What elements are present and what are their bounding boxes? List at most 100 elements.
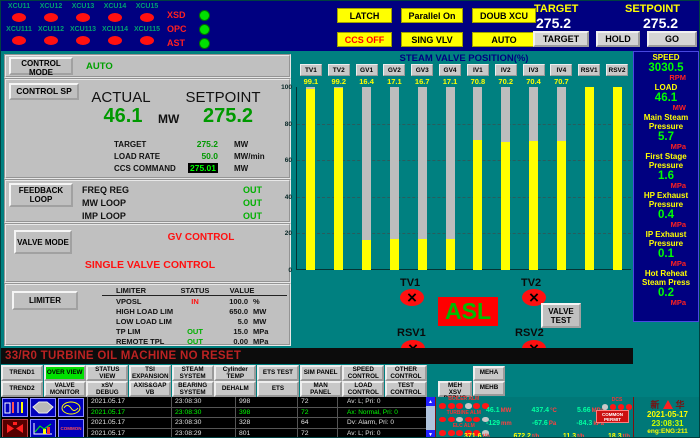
alarm-led-icon [473,417,480,423]
xcu-indicator-xcu14: XCU14 [99,2,131,25]
valve-column-gv3: GV316.7 [408,64,436,270]
xcu-indicator-xcu15: XCU15 [131,2,163,25]
nav-button-man-panel[interactable]: MAN PANEL [300,381,342,397]
control-mode-value: AUTO [86,61,113,72]
valve-button-rsv1[interactable]: RSV1 [578,64,600,76]
alarm-row[interactable]: 2021.05.1723:08:2980172 [88,429,345,438]
xcu-indicator-xcu114: XCU114 [99,25,131,48]
setpoint-row-load-rate: LOAD RATE50.0MW/min [114,150,288,162]
nav-button-xsv-debug[interactable]: xSV DEBUG [86,381,128,397]
valve-value-iv3: 70.4 [526,77,541,86]
control-mode-button[interactable]: CONTROL MODE [9,57,73,75]
xcu-indicator-grid: XCU11XCU12XCU13XCU14XCU15XCU111XCU112XCU… [3,2,163,48]
nav-button-speed-control[interactable]: SPEED CONTROL [342,365,384,381]
setpoint-value: 275.2 [643,15,678,31]
alarm-scrollbar[interactable]: ▲ ▼ [426,397,435,438]
nav-button-over-view[interactable]: OVER VIEW [44,365,86,381]
alarm-led-icon [439,417,446,423]
setpoint-row-ccs-command: CCS COMMAND275.01MW [114,162,288,174]
mode-button-doub-xcu[interactable]: DOUB XCU [472,8,536,23]
mode-button-sing-vlv[interactable]: SING VLV [401,32,463,47]
nav-button-meha[interactable]: MEHA [473,366,505,381]
action-button-hold[interactable]: HOLD [596,31,640,47]
nav-button-cylinder-temp[interactable]: Cylinder TEMP [214,365,256,381]
valve-button-iv3[interactable]: IV3 [523,64,545,76]
setpoint-mw-value: 275.2 [182,105,274,128]
valve-button-iv1[interactable]: IV1 [467,64,489,76]
nav-button-load-control[interactable]: LOAD CONTROL [342,381,384,397]
scroll-down-icon[interactable]: ▼ [426,430,435,438]
valve-button-tv2[interactable]: TV2 [328,64,350,76]
alarm-row[interactable]: 2021.05.1723:08:3099872 [88,397,345,408]
nav-button-other-control[interactable]: OTHER CONTROL [385,365,427,381]
steam-valve-chart: STEAM VALVE POSITION(%) 020406080100 TV1… [273,53,634,275]
nav-button-bearing-system[interactable]: BEARING SYSTEM [172,381,214,397]
nav-button-ets-test[interactable]: ETS TEST [257,365,299,381]
nav-button-trend2[interactable]: TREND2 [1,381,43,397]
nav-button-valve-monitor[interactable]: VALVE MONITOR [44,381,86,397]
actual-label: ACTUAL [66,89,176,106]
valve-mode-button[interactable]: VALVE MODE [14,230,72,254]
nav-button-axis-gap-vb[interactable]: AXIS&GAP VB [129,381,171,397]
nav-button-meh-xsv-debug[interactable]: MEH XSV DEBUG [438,381,472,397]
valve-button-gv4[interactable]: GV4 [439,64,461,76]
alarm-led-panel: BOILER ALMTURBINE ALMELC ALM 46.1MW437.4… [435,397,633,438]
nav-tile-boiler-feed-icon[interactable] [2,398,28,417]
nav-tile-grid: COMMON [1,397,87,438]
tv1-trip-x-icon [400,289,424,306]
action-button-go[interactable]: GO [647,31,697,47]
alarm-row[interactable]: 2021.05.1723:08:3039872 [88,408,345,419]
valve-button-iv2[interactable]: IV2 [495,64,517,76]
valve-bar-gv3 [418,239,427,270]
trip-indicator-xsd: XSD [167,8,210,22]
alarm-group-boiler-alm: BOILER ALM [439,397,489,411]
valve-button-rsv2[interactable]: RSV2 [606,64,628,76]
nav-tile-condenser-icon[interactable] [58,398,84,417]
tv2-trip-label: TV2 [521,277,541,289]
nav-button-mehb[interactable]: MEHB [473,381,505,396]
chart-columns: TV199.1TV299.2GV116.4GV217.1GV316.7GV417… [297,64,631,270]
xcu12-led-icon [44,13,58,22]
xcu14-led-icon [108,13,122,22]
logo-triangle-icon [663,400,673,409]
valve-value-iv2: 70.2 [498,77,513,86]
valve-button-tv1[interactable]: TV1 [300,64,322,76]
alarm-led-icon [456,430,463,436]
readout-ip-exhaust-pressure: IP Exhaust Pressure0.1MPa [634,230,698,268]
valve-test-button[interactable]: VALVE TEST [541,303,581,328]
readout-hot-reheat-steam-press: Hot Reheat Steam Press0.2MPa [634,269,698,307]
limiter-button[interactable]: LIMITER [12,291,78,310]
nav-button-tsi-expansion[interactable]: TSI EXPANSION [129,365,171,381]
mode-button-latch[interactable]: LATCH [337,8,392,23]
nav-tile-valve-icon[interactable] [2,419,28,438]
nav-tile-common-button[interactable]: COMMON [58,419,84,438]
setpoint-row-target: TARGET275.2MW [114,138,288,150]
valve-button-gv3[interactable]: GV3 [411,64,433,76]
valve-button-gv2[interactable]: GV2 [383,64,405,76]
valve-button-gv1[interactable]: GV1 [356,64,378,76]
common-permit-badge: COMMON PERMIT [596,410,629,423]
limiter-row-tp-lim: TP LIMOUT15.0MPa [102,326,287,336]
feedback-loop-button[interactable]: FEEDBACK LOOP [9,183,73,207]
nav-button-trend1[interactable]: TREND1 [1,365,43,381]
nav-button-status-view[interactable]: STATUS VIEW [86,365,128,381]
mode-button-parallel-on[interactable]: Parallel On [401,8,463,23]
nav-button-steam-system[interactable]: STEAM SYSTEM [172,365,214,381]
valve-column-gv4: GV417.1 [436,64,464,270]
nav-tile-trend-icon[interactable] [30,419,56,438]
actual-mw-unit: MW [158,112,179,126]
scroll-up-icon[interactable]: ▲ [426,397,435,406]
mode-button-ccs-off[interactable]: CCS OFF [337,32,392,47]
control-sp-section: CONTROL SP ACTUAL SETPOINT 46.1 MW 275.2… [4,78,291,179]
nav-button-dehalm[interactable]: DEHALM [214,381,256,397]
nav-button-ets[interactable]: ETS [257,381,299,397]
mode-button-auto[interactable]: AUTO [472,32,536,47]
readout-hp-exhaust-pressure: HP Exhaust Pressure0.4MPa [634,191,698,229]
valve-button-iv4[interactable]: IV4 [550,64,572,76]
alarm-row[interactable]: 2021.05.1723:08:3032864 [88,418,345,429]
nav-tile-turbine-icon[interactable] [30,398,56,417]
action-button-target[interactable]: TARGET [533,31,589,47]
nav-button-test-control[interactable]: TEST CONTROL [385,381,427,397]
nav-button-sim-panel[interactable]: SIM PANEL [300,365,342,381]
valve-column-iv1: IV170.8 [464,64,492,270]
